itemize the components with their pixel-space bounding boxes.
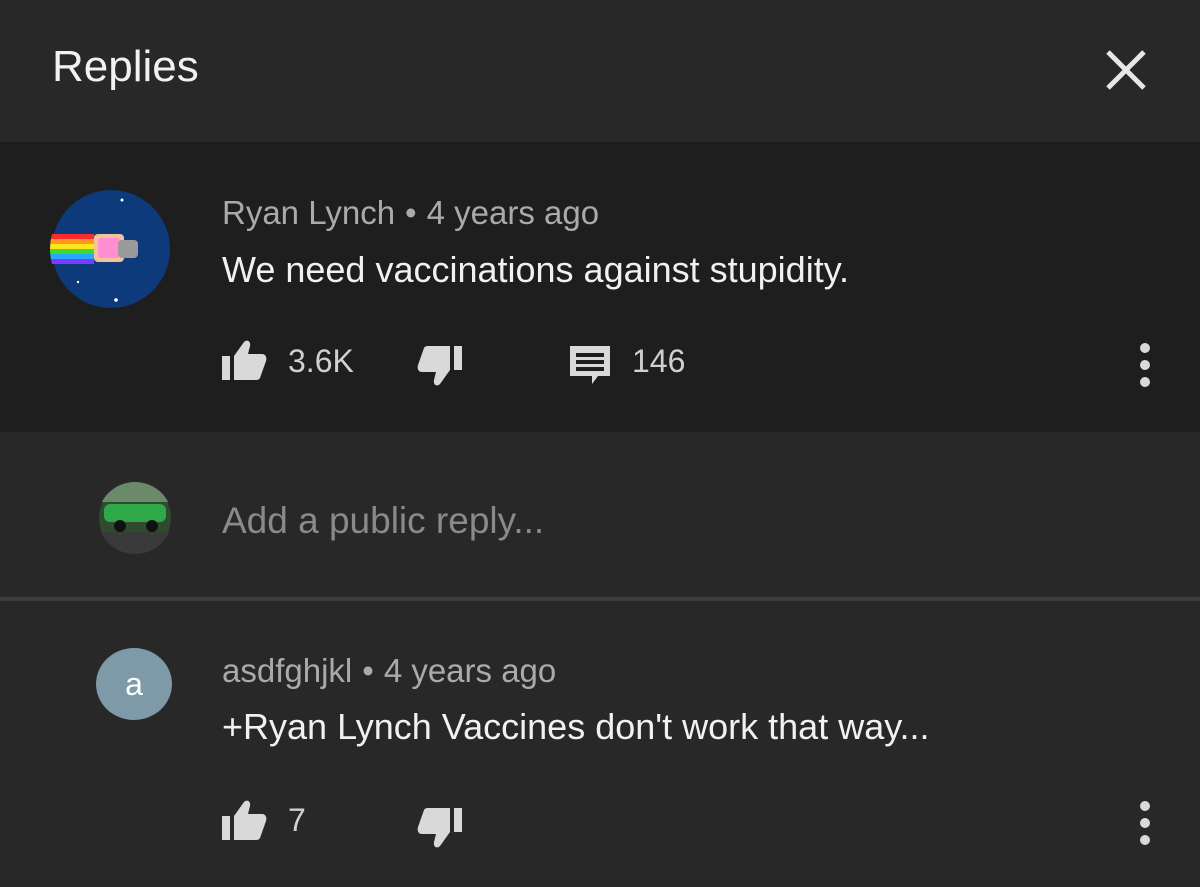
like-count: 7 <box>288 802 306 838</box>
page-title: Replies <box>52 42 199 91</box>
more-vert-icon[interactable] <box>1134 800 1156 846</box>
comment-time[interactable]: 4 years ago <box>427 194 599 231</box>
meta-separator: • <box>362 652 374 689</box>
reply-count[interactable]: 146 <box>632 343 685 380</box>
comment-icon[interactable] <box>568 344 612 388</box>
more-vert-icon[interactable] <box>1134 342 1156 388</box>
thumb-down-icon[interactable] <box>416 344 464 388</box>
author-avatar[interactable] <box>50 190 172 308</box>
meta-separator: • <box>405 194 417 231</box>
comment-meta: Ryan Lynch • 4 years ago <box>222 194 599 232</box>
reply-text: +Ryan Lynch Vaccines don't work that way… <box>222 706 930 747</box>
reply-time[interactable]: 4 years ago <box>384 652 556 689</box>
divider <box>0 597 1200 601</box>
thumb-down-icon[interactable] <box>416 806 464 850</box>
reply-avatar[interactable]: a <box>96 648 172 720</box>
replies-header: Replies <box>0 0 1200 140</box>
thumb-up-icon[interactable] <box>220 338 268 382</box>
reply-input[interactable]: Add a public reply... <box>222 500 544 542</box>
thumb-up-icon[interactable] <box>220 798 268 842</box>
reply-author[interactable]: asdfghjkl <box>222 652 352 689</box>
close-icon[interactable] <box>1100 46 1152 94</box>
comment-author[interactable]: Ryan Lynch <box>222 194 395 231</box>
user-avatar <box>98 482 172 554</box>
comment-text: We need vaccinations against stupidity. <box>222 249 850 290</box>
reply-meta: asdfghjkl • 4 years ago <box>222 652 556 690</box>
reply-box <box>0 432 1200 596</box>
like-count: 3.6K <box>288 343 354 379</box>
